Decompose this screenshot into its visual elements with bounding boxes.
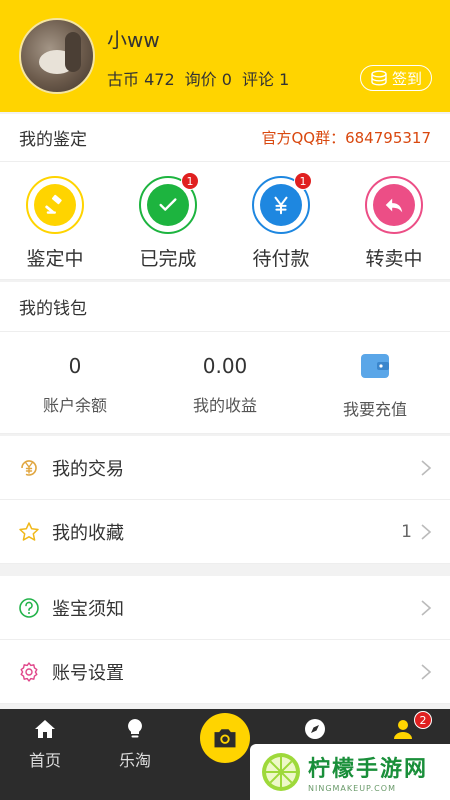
- profile-header: 小ww 古币 472 询价 0 评论 1 签到: [0, 0, 450, 112]
- menu-my-trades[interactable]: 我的交易: [0, 436, 450, 500]
- avatar[interactable]: [19, 18, 95, 94]
- earnings-value: 0.00: [202, 354, 248, 378]
- wallet-row: 0 账户余额 0.00 我的收益 我要充值: [0, 332, 450, 434]
- undo-arrow-icon: [373, 184, 415, 226]
- menu-account-settings[interactable]: 账号设置: [0, 640, 450, 704]
- watermark-url: NINGMAKEUP.COM: [308, 784, 396, 793]
- appraisal-section-header: 我的鉴定 官方QQ群：684795317: [0, 114, 450, 162]
- appraisal-status-row: 鉴定中 1 已完成 1 待付款 转卖中: [0, 162, 450, 280]
- tab-letao[interactable]: 乐淘: [100, 717, 170, 771]
- tab-home[interactable]: 首页: [10, 717, 80, 771]
- signin-button[interactable]: 签到: [360, 65, 432, 91]
- user-icon: [394, 720, 412, 739]
- status-appraising[interactable]: 鉴定中: [10, 176, 100, 271]
- earnings-label: 我的收益: [192, 396, 257, 415]
- profile-stats: 古币 472 询价 0 评论 1: [107, 66, 289, 90]
- check-icon: [147, 184, 189, 226]
- lemon-logo-icon: [262, 753, 300, 791]
- home-icon: [35, 720, 55, 738]
- tab-home-label: 首页: [28, 751, 61, 770]
- wallet-recharge[interactable]: 我要充值: [300, 352, 450, 420]
- pending-payment-badge: 1: [294, 172, 312, 190]
- status-completed[interactable]: 1 已完成: [123, 172, 213, 271]
- balance-label: 账户余额: [42, 396, 107, 415]
- lightbulb-icon: [128, 719, 142, 738]
- wallet-section-header: 我的钱包: [0, 282, 450, 332]
- profile-tab-badge: 2: [414, 711, 432, 729]
- question-icon: [18, 597, 40, 619]
- yuan-coin-icon: [18, 457, 40, 479]
- chevron-right-icon: [421, 663, 432, 680]
- watermark-title: 柠檬手游网: [308, 757, 429, 782]
- completed-badge: 1: [181, 172, 199, 190]
- wallet-earnings[interactable]: 0.00 我的收益: [150, 352, 300, 416]
- comment-stat: 评论 1: [241, 70, 290, 89]
- recharge-label: 我要充值: [342, 400, 407, 419]
- site-watermark: 柠檬手游网 NINGMAKEUP.COM: [250, 744, 450, 800]
- status-pending-payment[interactable]: 1 待付款: [236, 172, 326, 271]
- camera-icon: [214, 729, 236, 748]
- balance-value: 0: [68, 354, 82, 378]
- chevron-right-icon: [421, 523, 432, 540]
- wallet-balance[interactable]: 0 账户余额: [0, 352, 150, 416]
- coins-icon: [371, 70, 387, 86]
- inquiry-stat: 询价 0: [184, 70, 232, 89]
- menu-appraisal-notice[interactable]: 鉴宝须知: [0, 576, 450, 640]
- menu-my-favorites[interactable]: 我的收藏 1: [0, 500, 450, 564]
- favorites-count: 1: [401, 521, 412, 542]
- coins-stat: 古币 472: [107, 70, 175, 89]
- username: 小ww: [107, 28, 160, 52]
- appraisal-title: 我的鉴定: [19, 130, 87, 150]
- tab-profile[interactable]: 2: [368, 711, 438, 741]
- wallet-icon: [361, 354, 389, 378]
- star-icon: [18, 521, 40, 543]
- qq-group-link[interactable]: 官方QQ群：684795317: [261, 127, 431, 148]
- compass-icon: [305, 719, 325, 739]
- status-reselling[interactable]: 转卖中: [349, 176, 439, 271]
- tab-letao-label: 乐淘: [118, 751, 151, 770]
- signin-label: 签到: [391, 69, 422, 88]
- chevron-right-icon: [421, 599, 432, 616]
- tab-discover[interactable]: [280, 717, 350, 741]
- camera-button[interactable]: [200, 713, 250, 763]
- gavel-icon: [34, 184, 76, 226]
- chevron-right-icon: [421, 459, 432, 476]
- yuan-icon: [260, 184, 302, 226]
- wallet-title: 我的钱包: [19, 299, 87, 319]
- gear-icon: [18, 661, 40, 683]
